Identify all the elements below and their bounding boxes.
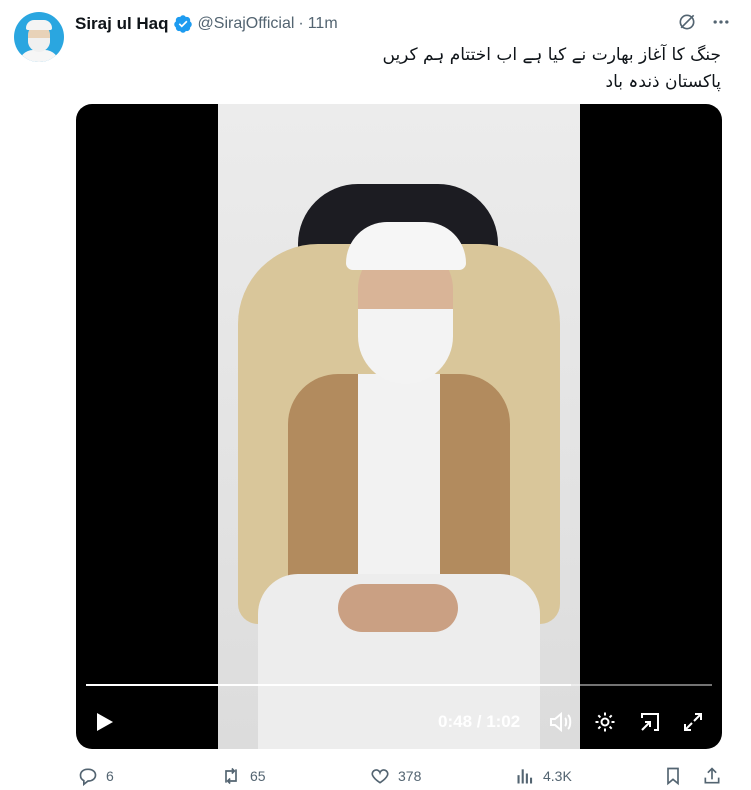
settings-button[interactable] (593, 710, 617, 734)
grok-icon[interactable] (677, 12, 697, 32)
like-count: 378 (398, 768, 422, 784)
fullscreen-button[interactable] (681, 710, 705, 734)
video-progress-bar[interactable] (86, 684, 712, 686)
more-dots-icon[interactable] (711, 12, 731, 32)
author-avatar[interactable] (14, 12, 64, 62)
bookmark-icon (667, 767, 679, 786)
share-button[interactable] (702, 766, 730, 786)
volume-button[interactable] (548, 710, 574, 734)
tweet-text: جنگ کا آغاز بھارت نے کیا ہے اب اختتام ہم… (383, 42, 722, 96)
repost-button[interactable]: 65 (220, 766, 266, 786)
picture-in-picture-icon (641, 713, 659, 731)
author-handle[interactable]: @SirajOfficial (198, 15, 295, 33)
play-icon (97, 713, 113, 731)
tweet-header: Siraj ul Haq @SirajOfficial · 11m (75, 13, 338, 35)
views-icon (517, 769, 533, 784)
repost-icon (225, 767, 237, 785)
tweet-actions: 6 65 378 4.3K (0, 766, 751, 790)
heart-icon (371, 769, 389, 784)
reply-icon (79, 768, 97, 786)
video-player[interactable]: 0:48 / 1:02 (76, 104, 722, 749)
tweet-top-icons (677, 12, 731, 32)
tweet-text-line: جنگ کا آغاز بھارت نے کیا ہے اب اختتام ہم… (382, 45, 722, 65)
share-icon (704, 767, 720, 784)
author-name[interactable]: Siraj ul Haq (75, 14, 169, 34)
reply-count: 6 (106, 768, 114, 784)
pip-button[interactable] (638, 710, 662, 734)
volume-icon (550, 711, 572, 733)
separator-dot: · (298, 15, 304, 32)
tweet-timestamp[interactable]: 11m (308, 15, 338, 33)
play-button[interactable] (92, 710, 116, 734)
views-button[interactable]: 4.3K (515, 766, 572, 786)
video-controls: 0:48 / 1:02 (76, 702, 722, 742)
fullscreen-icon (684, 713, 702, 731)
reply-button[interactable]: 6 (78, 766, 114, 786)
verified-badge-icon (173, 15, 192, 33)
video-progress-fill (86, 684, 571, 686)
bookmark-button[interactable] (663, 766, 691, 786)
video-frame (218, 104, 580, 749)
tweet-text-line: پاکستان ذندہ باد (605, 72, 721, 92)
repost-count: 65 (250, 768, 266, 784)
video-time: 0:48 / 1:02 (438, 712, 521, 731)
like-button[interactable]: 378 (370, 766, 421, 786)
views-count: 4.3K (543, 768, 572, 784)
gear-icon (595, 712, 615, 732)
